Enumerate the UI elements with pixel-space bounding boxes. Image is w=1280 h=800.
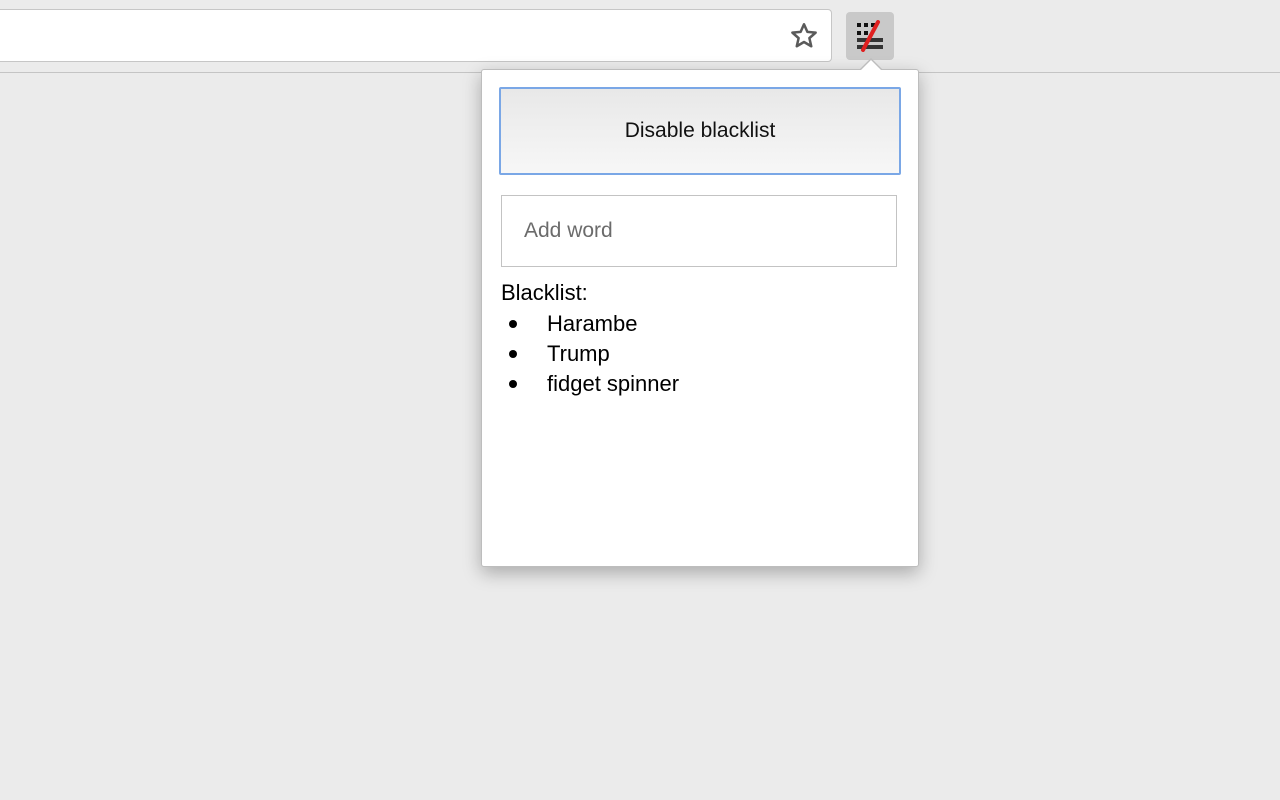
bullet-icon [509,350,517,358]
popup-arrow-fill [860,60,882,71]
browser-toolbar [0,0,1280,73]
add-word-input[interactable] [501,195,897,267]
disable-blacklist-button[interactable]: Disable blacklist [499,87,901,175]
list-item: Trump [501,339,679,369]
bullet-icon [509,320,517,328]
list-item-label: fidget spinner [547,371,680,396]
address-bar[interactable] [0,9,832,62]
blacklist-extension-icon [857,20,883,52]
blacklist-extension-button[interactable] [846,12,894,60]
list-item-label: Trump [547,341,610,366]
blacklist-heading: Blacklist: [501,280,588,305]
list-item-label: Harambe [547,311,638,336]
bullet-icon [509,380,517,388]
blacklist-list: Harambe Trump fidget spinner [501,309,679,399]
bookmark-button[interactable] [786,18,822,54]
star-icon [791,23,817,48]
list-item: Harambe [501,309,679,339]
extension-popup: Disable blacklist Blacklist: Harambe Tru… [481,69,919,567]
list-item: fidget spinner [501,369,679,399]
